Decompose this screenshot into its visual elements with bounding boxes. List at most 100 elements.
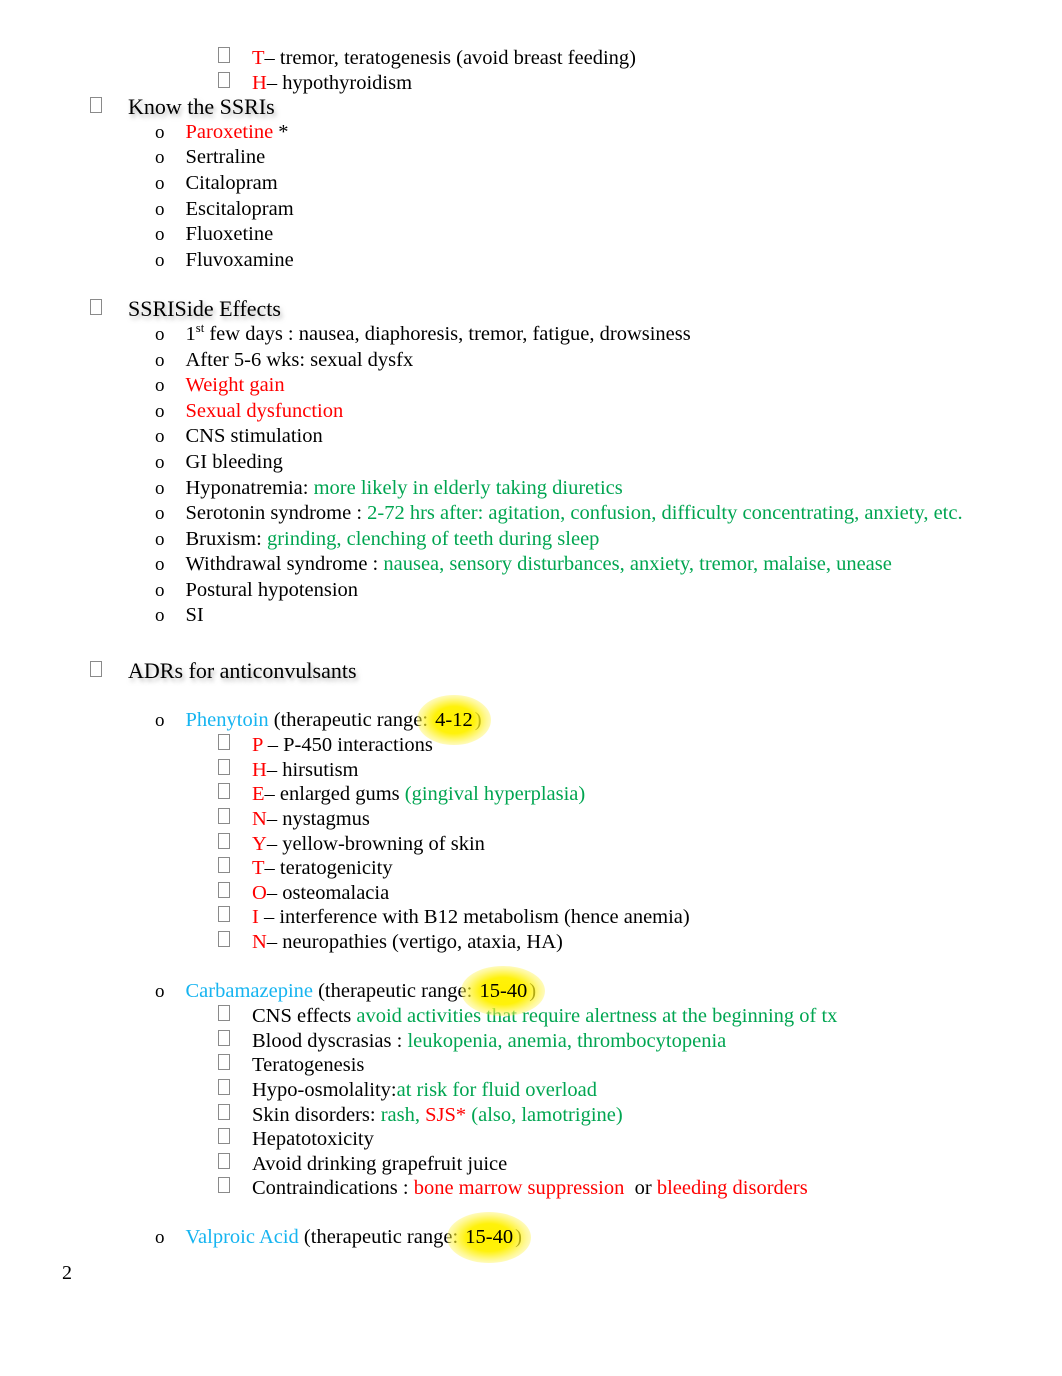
term-detail: more likely in elderly taking diuretics bbox=[313, 476, 623, 499]
circle-bullet-icon: o bbox=[155, 528, 165, 550]
mnemonic-letter: H bbox=[252, 71, 267, 94]
circle-bullet-icon: o bbox=[155, 249, 165, 271]
mnemonic-dash: – bbox=[258, 906, 280, 929]
contraindication-2: bleeding disorders bbox=[656, 1177, 808, 1200]
list-item: Avoid drinking grapefruit juice bbox=[0, 1152, 1062, 1177]
drug-line: Valproic Acid (therapeutic range: 15-40) bbox=[185, 1212, 531, 1262]
list-item: N– neuropathies (vertigo, ataxia, HA) bbox=[0, 930, 1062, 955]
circle-bullet-icon: o bbox=[155, 400, 165, 422]
list-item-text: Serotonin syndrome : 2-72 hrs after: agi… bbox=[186, 501, 963, 526]
term-detail-tail: (also, lamotrigine) bbox=[466, 1103, 623, 1126]
list-item-text: H– hirsutism bbox=[252, 758, 359, 783]
circle-bullet-icon: o bbox=[155, 980, 165, 1002]
circle-bullet-icon: o bbox=[155, 1226, 165, 1248]
circle-bullet-icon: o bbox=[155, 121, 165, 143]
circle-bullet-icon: o bbox=[155, 198, 165, 220]
square-bullet-icon bbox=[90, 97, 102, 114]
drug-entry-carbamazepine: o Carbamazepine (therapeutic range: 15-4… bbox=[0, 965, 1062, 1016]
list-item: H– hirsutism bbox=[0, 758, 1062, 783]
list-item-text: Weight gain bbox=[185, 374, 285, 397]
list-item: o Sertraline bbox=[0, 145, 1062, 171]
circle-bullet-icon: o bbox=[155, 451, 165, 473]
mnemonic-body: interference with B12 metabolism (hence … bbox=[279, 906, 690, 929]
mnemonic-dash: – bbox=[262, 734, 284, 757]
ordinal-suffix: st bbox=[195, 321, 205, 336]
mnemonic-letter: I bbox=[252, 906, 259, 929]
therapeutic-range-highlight: 4-12 bbox=[417, 694, 491, 745]
page-number: 2 bbox=[62, 1262, 72, 1284]
list-item: H– hypothyroidism bbox=[0, 71, 1062, 96]
mnemonic-letter: N bbox=[252, 808, 267, 831]
list-item: Blood dyscrasias : leukopenia, anemia, t… bbox=[0, 1029, 1062, 1054]
heading-text: SSRISide Effects bbox=[128, 296, 281, 322]
circle-bullet-icon: o bbox=[155, 426, 165, 448]
drug-name: Phenytoin bbox=[185, 708, 269, 731]
list-item: Skin disorders: rash, SJS* (also, lamotr… bbox=[0, 1103, 1062, 1128]
list-item-text: CNS effects avoid activities that requir… bbox=[252, 1004, 837, 1029]
list-item: Hepatotoxicity bbox=[0, 1127, 1062, 1152]
drug-name: Citalopram bbox=[185, 171, 278, 194]
circle-bullet-icon: o bbox=[155, 172, 165, 194]
term-label: Contraindications : bbox=[252, 1177, 414, 1200]
mnemonic-letter: N bbox=[252, 931, 267, 953]
list-item-text: After 5-6 wks: sexual dysfx bbox=[185, 348, 414, 371]
section-heading-know-the-ssris: Know the SSRIs bbox=[0, 95, 1062, 120]
list-item: N– nystagmus bbox=[0, 807, 1062, 832]
conjunction: or bbox=[624, 1177, 657, 1200]
list-item-text: 1st few days : nausea, diaphoresis, trem… bbox=[186, 322, 691, 347]
heading-text: ADRs for anticonvulsants bbox=[128, 658, 357, 684]
drug-line: Phenytoin (therapeutic range: 4-12) bbox=[185, 694, 491, 745]
square-bullet-icon bbox=[218, 931, 230, 947]
list-item-text: Contraindications : bone marrow suppress… bbox=[252, 1176, 808, 1201]
list-item-text: Skin disorders: rash, SJS* (also, lamotr… bbox=[252, 1103, 623, 1128]
circle-bullet-icon: o bbox=[155, 323, 165, 345]
term-detail: nausea, sensory disturbances, anxiety, t… bbox=[383, 553, 892, 576]
list-item: o Hyponatremia: more likely in elderly t… bbox=[0, 476, 1062, 502]
list-item-text: P – P-450 interactions bbox=[252, 733, 433, 758]
square-bullet-icon bbox=[218, 783, 230, 800]
square-bullet-icon bbox=[218, 1078, 230, 1095]
list-item-body: few days : nausea, diaphoresis, tremor, … bbox=[204, 322, 691, 345]
list-item: o Withdrawal syndrome : nausea, sensory … bbox=[0, 552, 1062, 578]
mnemonic-letter: O bbox=[252, 881, 267, 904]
term-detail: avoid activities that require alertness … bbox=[356, 1005, 838, 1028]
mnemonic-dash: – bbox=[264, 857, 280, 880]
mnemonic-body: nystagmus bbox=[282, 808, 370, 831]
ordinal-number: 1 bbox=[185, 322, 196, 345]
mnemonic-body: yellow-browning of skin bbox=[282, 832, 485, 855]
list-item-text: Bruxism: grinding, clenching of teeth du… bbox=[186, 527, 600, 552]
list-item: Contraindications : bone marrow suppress… bbox=[0, 1176, 1062, 1201]
list-item: P – P-450 interactions bbox=[0, 733, 1062, 758]
contraindication-1: bone marrow suppression bbox=[413, 1177, 625, 1200]
mnemonic-body: neuropathies (vertigo, ataxia, HA) bbox=[282, 931, 563, 953]
circle-bullet-icon: o bbox=[155, 709, 165, 731]
term-detail: leukopenia, anemia, thrombocytopenia bbox=[407, 1029, 727, 1052]
drug-name: Valproic Acid bbox=[185, 1225, 299, 1248]
drug-name: Paroxetine bbox=[185, 120, 274, 143]
list-item: o GI bleeding bbox=[0, 450, 1062, 476]
mnemonic-dash: – bbox=[264, 783, 280, 806]
circle-bullet-icon: o bbox=[155, 605, 165, 627]
list-item-text: E– enlarged gums (gingival hyperplasia) bbox=[252, 782, 585, 807]
list-item-text: Paroxetine * bbox=[186, 120, 289, 145]
page-content: T– tremor, teratogenesis (avoid breast f… bbox=[0, 46, 1062, 1262]
mnemonic-dash: – bbox=[266, 881, 283, 904]
list-item-text: T– teratogenicity bbox=[252, 856, 393, 881]
list-item: o Fluoxetine bbox=[0, 222, 1062, 248]
list-item: Hypo-osmolality:at risk for fluid overlo… bbox=[0, 1078, 1062, 1103]
square-bullet-icon bbox=[218, 71, 230, 88]
square-bullet-icon bbox=[218, 1177, 230, 1194]
square-bullet-icon bbox=[218, 1152, 230, 1169]
list-item-text: T– tremor, teratogenesis (avoid breast f… bbox=[252, 46, 636, 71]
list-item-text: Hypo-osmolality:at risk for fluid overlo… bbox=[252, 1078, 597, 1103]
list-item: o Postural hypotension bbox=[0, 578, 1062, 604]
term-label: Serotonin syndrome : bbox=[185, 502, 368, 525]
circle-bullet-icon: o bbox=[155, 375, 165, 397]
mnemonic-body: osteomalacia bbox=[282, 881, 390, 904]
list-item-text: Y– yellow-browning of skin bbox=[252, 832, 485, 857]
list-item-text: Teratogenesis bbox=[252, 1054, 365, 1077]
drug-entry-phenytoin: o Phenytoin (therapeutic range: 4-12) bbox=[0, 694, 1062, 745]
list-item: O– osteomalacia bbox=[0, 881, 1062, 906]
